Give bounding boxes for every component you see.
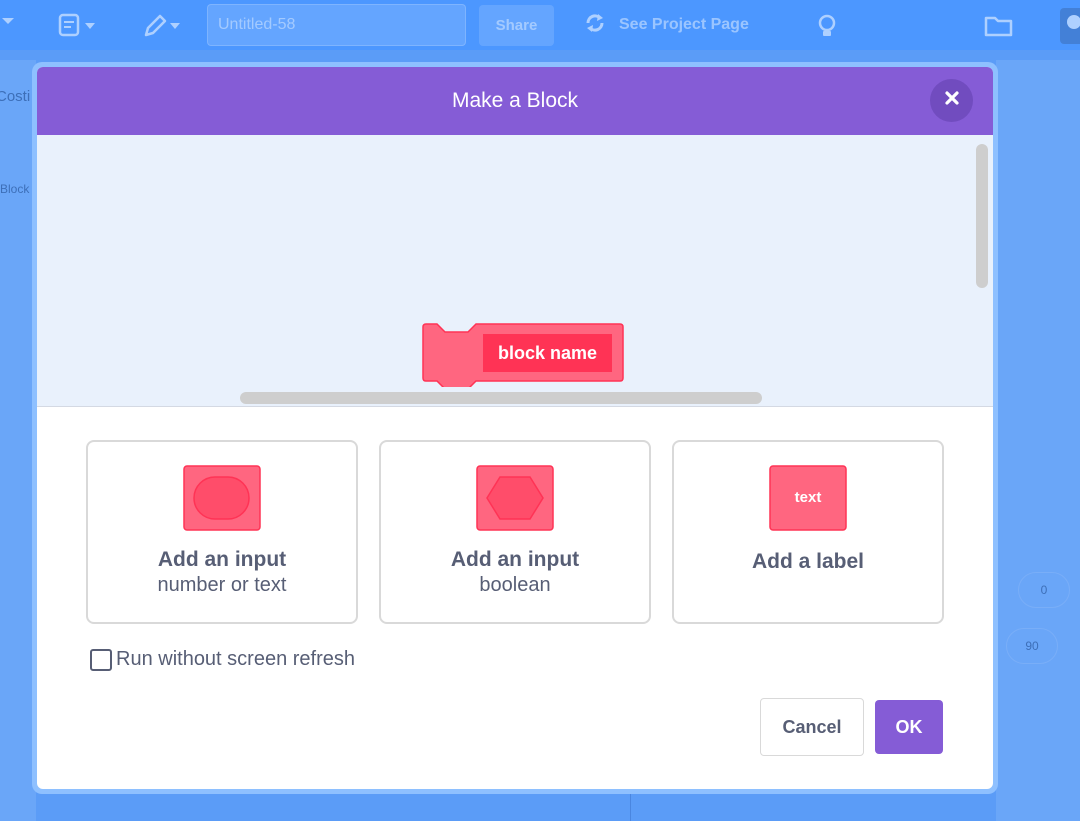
horizontal-scrollbar[interactable] <box>240 392 762 404</box>
dialog-title: Make a Block <box>451 89 579 112</box>
label-icon-text: text <box>795 489 822 506</box>
ok-button[interactable]: OK <box>875 700 943 754</box>
share-button[interactable]: Share <box>479 5 554 46</box>
background-direction-field: 90 <box>1006 628 1058 664</box>
run-without-refresh-row: Run without screen refresh <box>90 648 355 671</box>
avatar-icon[interactable] <box>1058 6 1080 44</box>
background-x-field: 0 <box>1018 572 1070 608</box>
cancel-button[interactable]: Cancel <box>760 698 864 756</box>
tutorials-icon[interactable] <box>814 13 854 39</box>
run-without-refresh-label[interactable]: Run without screen refresh <box>116 648 355 671</box>
option-title: Add an input <box>157 548 287 571</box>
see-project-label: See Project Page <box>619 16 749 33</box>
project-title-input[interactable]: Untitled-58 <box>207 4 466 46</box>
make-a-block-dialog: Make a Block block name Add an input num… <box>37 67 993 789</box>
custom-block-preview: block name <box>422 323 624 387</box>
background-right-panel <box>996 60 1080 821</box>
background-left-panel <box>0 60 36 821</box>
boolean-input-icon <box>476 465 554 531</box>
file-menu-icon[interactable] <box>58 13 98 39</box>
label-icon: text <box>769 465 847 531</box>
option-title: Add an input <box>450 548 580 571</box>
vertical-scrollbar[interactable] <box>976 144 988 288</box>
background-tab-label: Costi <box>0 88 31 105</box>
edit-menu-icon[interactable] <box>143 13 183 39</box>
remix-icon <box>583 11 607 40</box>
option-title: Add a label <box>751 550 865 573</box>
menu-bar: Untitled-58 Share See Project Page <box>0 0 1080 50</box>
block-name-input[interactable]: block name <box>483 334 612 372</box>
reporter-input-icon <box>183 465 261 531</box>
run-without-refresh-checkbox[interactable] <box>90 648 112 671</box>
close-button[interactable] <box>930 79 973 122</box>
add-boolean-input-button[interactable]: Add an input boolean <box>379 440 651 624</box>
block-preview-workspace: block name <box>37 135 993 407</box>
folder-icon[interactable] <box>984 13 1024 39</box>
dialog-header: Make a Block <box>37 67 993 135</box>
background-divider <box>630 790 631 821</box>
add-number-text-input-button[interactable]: Add an input number or text <box>86 440 358 624</box>
close-icon <box>944 90 960 111</box>
option-subtitle: boolean <box>479 574 551 596</box>
caret-down-icon[interactable] <box>2 18 14 24</box>
background-category-label: Block <box>0 182 30 196</box>
see-project-page-link[interactable]: See Project Page <box>583 13 749 37</box>
block-options: Add an input number or text Add an input… <box>86 440 946 624</box>
option-subtitle: number or text <box>157 574 287 596</box>
add-label-button[interactable]: text Add a label <box>672 440 944 624</box>
